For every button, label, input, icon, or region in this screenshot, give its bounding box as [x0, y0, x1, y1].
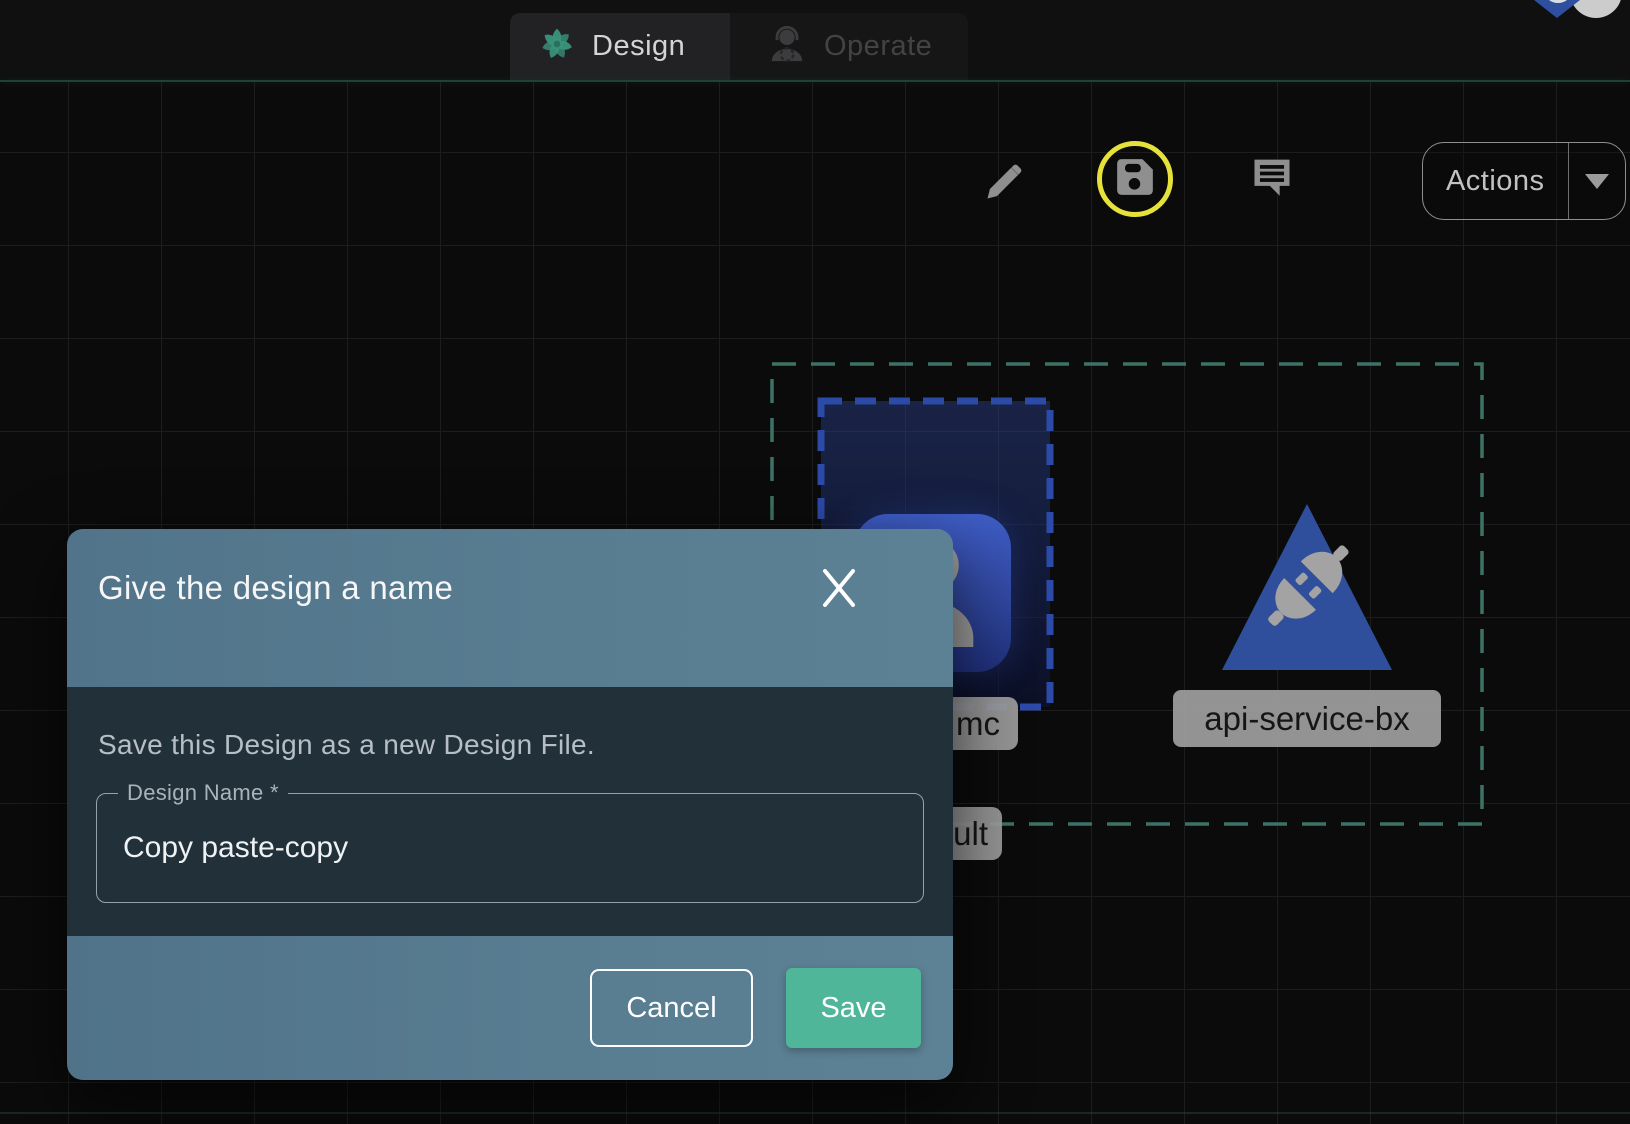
tab-design-label: Design [592, 30, 685, 63]
meshery-logo-icon [538, 25, 576, 68]
close-button[interactable] [817, 567, 861, 611]
modal-header: Give the design a name [67, 529, 953, 687]
plug-icon [1252, 530, 1364, 642]
mode-tabs: Design Operate [510, 13, 968, 80]
modal-body: Save this Design as a new Design File. D… [67, 687, 953, 936]
tab-operate[interactable]: Operate [730, 13, 968, 80]
namespace-label-text: ult [953, 815, 988, 853]
save-floppy-icon [1114, 156, 1156, 203]
actions-button-label: Actions [1446, 165, 1545, 198]
tab-design[interactable]: Design [510, 13, 730, 80]
design-name-input[interactable] [96, 793, 924, 903]
comment-icon [1249, 153, 1295, 204]
comment-button[interactable] [1244, 150, 1300, 206]
api-service-node-label[interactable]: api-service-bx [1173, 690, 1441, 747]
cancel-button[interactable]: Cancel [590, 969, 753, 1047]
user-node-label-text: mc [956, 705, 1000, 743]
chevron-down-icon [1585, 174, 1609, 189]
close-icon [819, 568, 859, 611]
actions-split-button[interactable]: Actions [1422, 142, 1626, 220]
app-window: Design Operate [0, 0, 1630, 1124]
modal-description: Save this Design as a new Design File. [98, 729, 595, 761]
actions-dropdown-toggle[interactable] [1569, 143, 1625, 219]
save-design-modal: Give the design a name Save this Design … [67, 529, 953, 1080]
edit-button[interactable] [976, 156, 1032, 212]
pencil-icon [982, 160, 1026, 209]
design-name-field: Design Name * [96, 793, 924, 903]
canvas-top-border [0, 80, 1630, 82]
actions-button[interactable]: Actions [1423, 143, 1568, 219]
api-service-label-text: api-service-bx [1204, 700, 1409, 738]
design-name-field-label: Design Name * [118, 780, 288, 806]
save-confirm-button[interactable]: Save [786, 968, 921, 1048]
modal-title: Give the design a name [98, 569, 453, 607]
canvas-bottom-border [0, 1112, 1630, 1114]
save-button-highlight[interactable] [1097, 141, 1173, 217]
operate-agent-icon [766, 23, 808, 70]
tab-operate-label: Operate [824, 30, 932, 63]
modal-footer: Cancel Save [67, 936, 953, 1080]
